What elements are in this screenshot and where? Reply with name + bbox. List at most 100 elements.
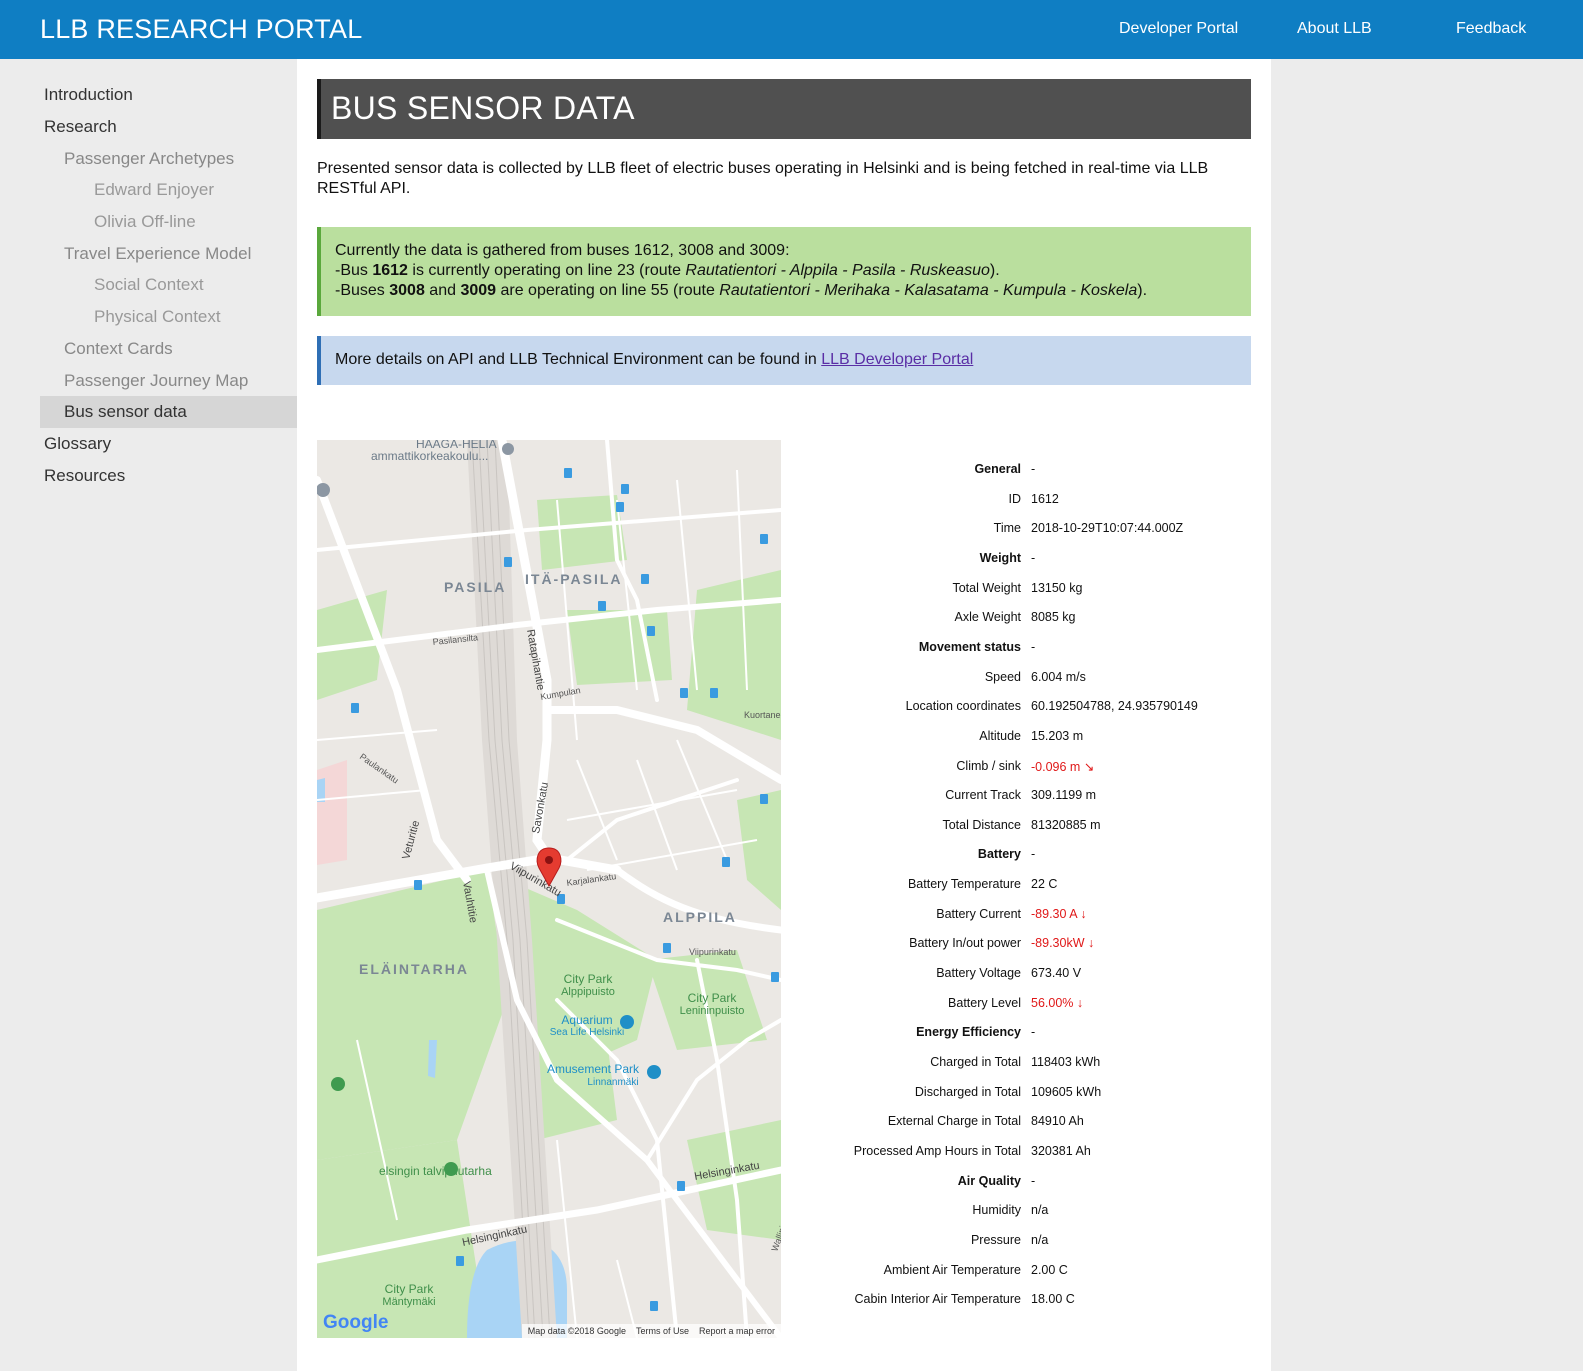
sensor-value: - — [1031, 847, 1036, 861]
map-label-aquarium-1: Aquarium — [561, 1013, 612, 1027]
map-label-alppila: ALPPILA — [663, 909, 737, 925]
sensor-row: Time 2018-10-29T10:07:44.000Z — [817, 521, 1257, 541]
sensor-row: Total Distance 81320885 m — [817, 818, 1257, 838]
sidebar-item-edward-enjoyer[interactable]: Edward Enjoyer — [40, 174, 297, 206]
sensor-value: - — [1031, 1025, 1036, 1039]
sidebar-item-introduction[interactable]: Introduction — [40, 79, 297, 111]
sidebar-item-travel-experience-model[interactable]: Travel Experience Model — [40, 238, 297, 270]
bus-info-line-3: -Buses 3008 and 3009 are operating on li… — [335, 282, 1148, 299]
map-label-lenininpuisto-2: Lenininpuisto — [680, 1005, 745, 1017]
sensor-value: 13150 kg — [1031, 581, 1083, 595]
sensor-label: Pressure — [970, 1233, 1021, 1247]
sidebar-item-research[interactable]: Research — [40, 111, 297, 143]
sidebar-item-olivia-offline[interactable]: Olivia Off-line — [40, 206, 297, 238]
sidebar-item-context-cards[interactable]: Context Cards — [40, 333, 297, 365]
sensor-value: 320381 Ah — [1031, 1144, 1091, 1158]
sensor-row: Battery Temperature 22 C — [817, 877, 1257, 897]
amusement-poi-icon — [647, 1065, 661, 1079]
aquarium-poi-icon — [620, 1015, 634, 1029]
sidebar-item-social-context[interactable]: Social Context — [40, 269, 297, 301]
park-poi-icon — [444, 1162, 458, 1176]
sensor-label: Battery Current — [936, 907, 1021, 921]
sensor-label: Humidity — [972, 1203, 1021, 1217]
sensor-label: ID — [1008, 492, 1022, 506]
sensor-section-label: Weight — [979, 551, 1021, 565]
sensor-row: Current Track 309.1199 m — [817, 788, 1257, 808]
map-canvas: HAAGA-HELIA ammattikorkeakoulu... PASILA… — [317, 440, 781, 1338]
sidebar: Introduction Research Passenger Archetyp… — [0, 59, 297, 1371]
sensor-label: Cabin Interior Air Temperature — [854, 1292, 1021, 1306]
sidebar-item-glossary[interactable]: Glossary — [40, 428, 297, 460]
sensor-label: Discharged in Total — [914, 1085, 1021, 1099]
sensor-value: 8085 kg — [1031, 610, 1076, 624]
sensor-section-label: Movement status — [918, 640, 1021, 654]
map-label-kuortane: Kuortane — [744, 710, 781, 720]
sensor-section-label: Air Quality — [957, 1174, 1021, 1188]
sensor-label: External Charge in Total — [887, 1114, 1021, 1128]
sensor-value: 81320885 m — [1031, 818, 1101, 832]
map-label-amusement-1: Amusement Park — [547, 1062, 640, 1076]
sensor-row: Location coordinates 60.192504788, 24.935… — [817, 699, 1257, 719]
nav-developer-portal[interactable]: Developer Portal — [1119, 20, 1238, 38]
sensor-row: Speed 6.004 m/s — [817, 670, 1257, 690]
sensor-value: 18.00 C — [1031, 1292, 1075, 1306]
terms-of-use-link[interactable]: Terms of Use — [636, 1326, 689, 1336]
sensor-value: n/a — [1031, 1233, 1049, 1247]
sensor-value: -0.096 m ↘ — [1031, 760, 1095, 774]
nav-about-llb[interactable]: About LLB — [1297, 20, 1372, 38]
sensor-row: Battery - — [817, 847, 1257, 867]
developer-portal-link[interactable]: LLB Developer Portal — [821, 351, 973, 368]
report-map-error-link[interactable]: Report a map error — [699, 1326, 775, 1336]
page-title: BUS SENSOR DATA — [331, 90, 635, 126]
sensor-value: 309.1199 m — [1031, 788, 1097, 802]
bus-info-line-1: Currently the data is gathered from buse… — [335, 242, 790, 259]
sensor-row: Climb / sink -0.096 m ↘ — [817, 759, 1257, 779]
sensor-value: -89.30kW ↓ — [1031, 936, 1095, 950]
site-brand[interactable]: LLB RESEARCH PORTAL — [40, 14, 362, 45]
map-label-mantymaki-1: City Park — [385, 1282, 435, 1296]
sensor-row: Discharged in Total 109605 kWh — [817, 1085, 1257, 1105]
sidebar-item-bus-sensor-data[interactable]: Bus sensor data — [40, 396, 297, 428]
sensor-row: Weight - — [817, 551, 1257, 571]
sensor-row: General - — [817, 462, 1257, 482]
top-nav-bar: LLB RESEARCH PORTAL Developer Portal Abo… — [0, 0, 1583, 59]
sensor-row: Ambient Air Temperature 2.00 C — [817, 1263, 1257, 1283]
map-label-haaga-2: ammattikorkeakoulu... — [371, 449, 488, 463]
sensor-value: 109605 kWh — [1031, 1085, 1102, 1099]
sensor-value: 84910 Ah — [1031, 1114, 1084, 1128]
google-logo: Google — [323, 1312, 389, 1333]
sensor-value: n/a — [1031, 1203, 1049, 1217]
sidebar-item-passenger-journey-map[interactable]: Passenger Journey Map — [40, 365, 297, 397]
map-label-elaintarha: ELÄINTARHA — [359, 961, 469, 977]
sensor-label: Altitude — [979, 729, 1021, 743]
sensor-label: Battery Temperature — [907, 877, 1021, 891]
intro-text: Presented sensor data is collected by LL… — [317, 160, 1209, 197]
sensor-row: Cabin Interior Air Temperature 18.00 C — [817, 1292, 1257, 1312]
bus-info-line-2: -Bus 1612 is currently operating on line… — [335, 262, 1000, 279]
sensor-row: Battery In/out power -89.30kW ↓ — [817, 936, 1257, 956]
sensor-label: Battery Level — [948, 996, 1021, 1010]
bus-location-map[interactable]: HAAGA-HELIA ammattikorkeakoulu... PASILA… — [317, 440, 781, 1338]
nav-feedback[interactable]: Feedback — [1456, 20, 1526, 38]
developer-portal-note-text: More details on API and LLB Technical En… — [335, 351, 822, 368]
sensor-row: ID 1612 — [817, 492, 1257, 512]
sidebar-item-resources[interactable]: Resources — [40, 460, 297, 492]
sidebar-item-physical-context[interactable]: Physical Context — [40, 301, 297, 333]
sensor-row: Movement status - — [817, 640, 1257, 660]
sensor-label: Location coordinates — [905, 699, 1021, 713]
sensor-label: Time — [993, 521, 1021, 535]
sensor-row: External Charge in Total 84910 Ah — [817, 1114, 1257, 1134]
sensor-row: Total Weight 13150 kg — [817, 581, 1257, 601]
sensor-label: Total Distance — [942, 818, 1021, 832]
map-label-mantymaki-2: Mäntymäki — [382, 1296, 435, 1308]
sensor-row: Charged in Total 118403 kWh — [817, 1055, 1257, 1075]
sensor-value: 673.40 V — [1031, 966, 1082, 980]
sensor-label: Processed Amp Hours in Total — [853, 1144, 1021, 1158]
sensor-value: - — [1031, 551, 1036, 565]
park-poi-icon-2 — [331, 1077, 345, 1091]
map-data-credit: Map data ©2018 Google — [527, 1326, 626, 1336]
sensor-row: Battery Current -89.30 A ↓ — [817, 907, 1257, 927]
map-label-aquarium-2: Sea Life Helsinki — [550, 1027, 624, 1038]
sensor-label: Battery In/out power — [909, 936, 1021, 950]
sidebar-item-passenger-archetypes[interactable]: Passenger Archetypes — [40, 143, 297, 175]
